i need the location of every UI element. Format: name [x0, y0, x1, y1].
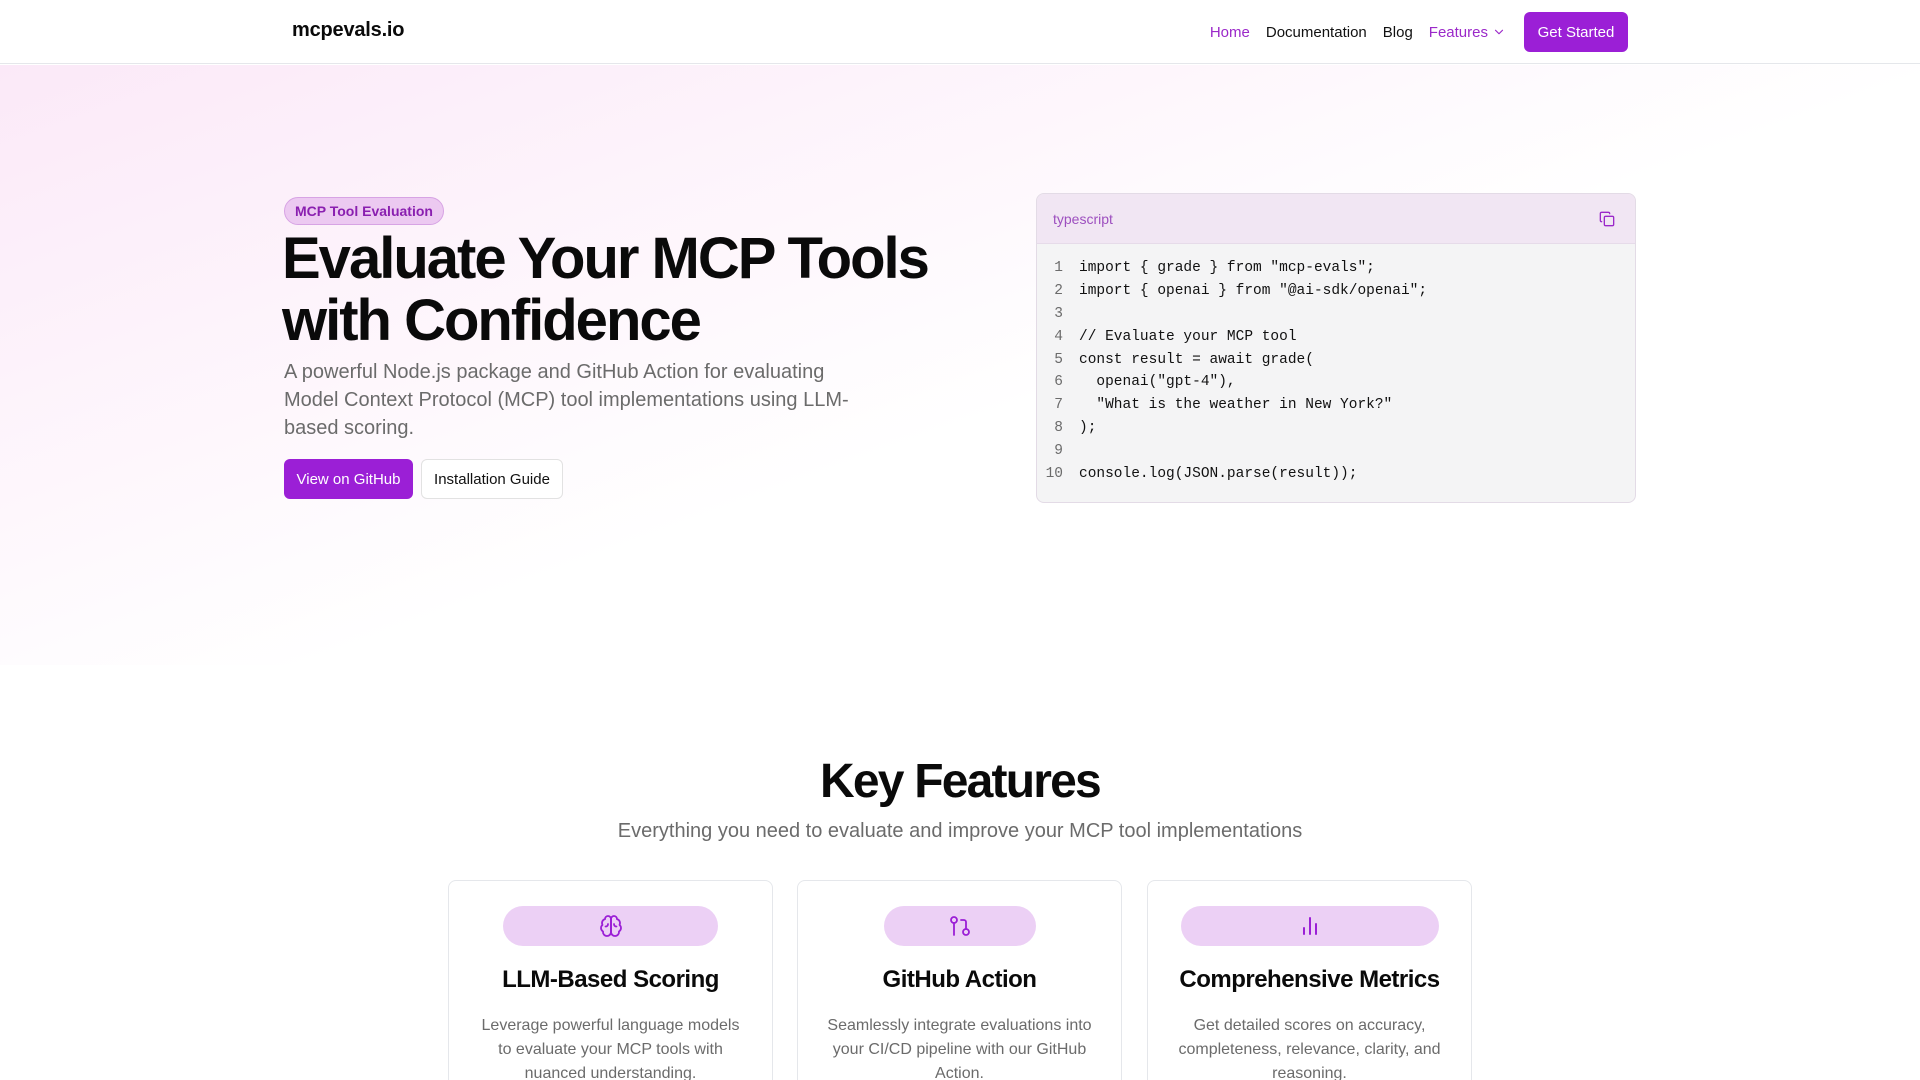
line-number: 4	[1054, 328, 1063, 345]
hero-actions: View on GitHub Installation Guide	[284, 459, 563, 499]
hero-badge: MCP Tool Evaluation	[284, 197, 444, 225]
line-number: 8	[1054, 420, 1063, 437]
nav-home-link[interactable]: Home	[1210, 24, 1250, 41]
features-title: Key Features	[820, 755, 1102, 808]
main-nav: Home Documentation Blog Features Get Sta…	[1194, 12, 1628, 52]
feature-card-github-action: GitHub Action Seamlessly integrate evalu…	[797, 880, 1122, 1080]
feature-card-description: Seamlessly integrate evaluations into yo…	[827, 1017, 1092, 1080]
get-started-button[interactable]: Get Started	[1524, 12, 1628, 52]
code-body: 1 import { grade } from "mcp-evals"; 2 imp…	[1037, 244, 1635, 486]
code-card-header: typescript	[1037, 194, 1635, 244]
features-subtitle: Everything you need to evaluate and impr…	[617, 820, 1303, 842]
view-on-github-button[interactable]: View on GitHub	[284, 459, 413, 499]
code-language-label: typescript	[1053, 210, 1113, 227]
code-line: 7 "What is the weather in New York?"	[1037, 394, 1635, 417]
feature-card-description: Get detailed scores on accuracy, complet…	[1178, 1017, 1441, 1080]
line-number: 7	[1054, 397, 1063, 414]
brain-icon	[599, 915, 622, 937]
line-number: 5	[1054, 351, 1063, 368]
feature-card-llm-scoring: LLM-Based Scoring Leverage powerful lang…	[448, 880, 773, 1080]
code-text: // Evaluate your MCP tool	[1079, 328, 1297, 345]
brand-logo[interactable]: mcpevals.io	[292, 19, 405, 42]
code-text: openai("gpt-4"),	[1079, 374, 1236, 391]
code-line: 8);	[1037, 417, 1635, 440]
nav-features-dropdown[interactable]: Features	[1429, 24, 1506, 41]
code-text: import { openai } from "@ai-sdk/openai";	[1079, 282, 1428, 299]
git-pull-request-icon	[949, 916, 970, 936]
chevron-down-icon	[1494, 29, 1504, 35]
feature-card-metrics: Comprehensive Metrics Get detailed score…	[1147, 880, 1472, 1080]
feature-icon-pill	[503, 906, 718, 946]
code-line: 2 import { openai } from "@ai-sdk/openai"…	[1037, 280, 1635, 303]
line-number: 10	[1045, 466, 1063, 483]
site-header: mcpevals.io Home Documentation Blog Feat…	[0, 0, 1920, 64]
code-line: 6 openai("gpt-4"),	[1037, 371, 1635, 394]
hero-subtitle: A powerful Node.js package and GitHub Ac…	[284, 361, 849, 439]
nav-documentation-link[interactable]: Documentation	[1266, 24, 1367, 41]
feature-card-title: LLM-Based Scoring	[502, 966, 719, 993]
line-number: 3	[1054, 305, 1063, 322]
code-line: 10 console.log(JSON.parse(result));	[1037, 463, 1635, 486]
code-line: 1 import { grade } from "mcp-evals";	[1037, 257, 1635, 280]
nav-blog-link[interactable]: Blog	[1383, 24, 1413, 41]
code-text: "What is the weather in New York?"	[1079, 397, 1393, 414]
feature-icon-pill	[1180, 906, 1439, 946]
line-number: 2	[1054, 282, 1063, 299]
installation-guide-button[interactable]: Installation Guide	[421, 459, 563, 499]
code-example-card: typescript 1 import { grade } from "mcp-e…	[1036, 193, 1636, 503]
copy-icon	[1599, 211, 1615, 226]
bar-chart-icon	[1302, 917, 1317, 935]
feature-card-title: Comprehensive Metrics	[1179, 966, 1440, 993]
copy-code-button[interactable]	[1595, 207, 1619, 231]
line-number: 1	[1054, 260, 1063, 276]
code-text: console.log(JSON.parse(result));	[1079, 466, 1358, 483]
feature-card-description: Leverage powerful language models to eva…	[481, 1017, 740, 1080]
feature-icon-pill	[883, 906, 1036, 946]
code-text: const result = await grade(	[1079, 351, 1314, 368]
hero-title: Evaluate Your MCP Tools with Confidence	[282, 226, 930, 353]
code-text: import { grade } from "mcp-evals";	[1079, 260, 1375, 276]
line-number: 9	[1054, 443, 1063, 460]
nav-features-label: Features	[1428, 23, 1488, 41]
code-line: 9	[1037, 440, 1635, 463]
line-number: 6	[1054, 374, 1063, 391]
code-text: );	[1079, 420, 1097, 437]
code-line: 3	[1037, 303, 1635, 326]
feature-card-title: GitHub Action	[882, 966, 1037, 993]
code-line: 5 const result = await grade(	[1037, 349, 1635, 372]
code-line: 4 // Evaluate your MCP tool	[1037, 326, 1635, 349]
